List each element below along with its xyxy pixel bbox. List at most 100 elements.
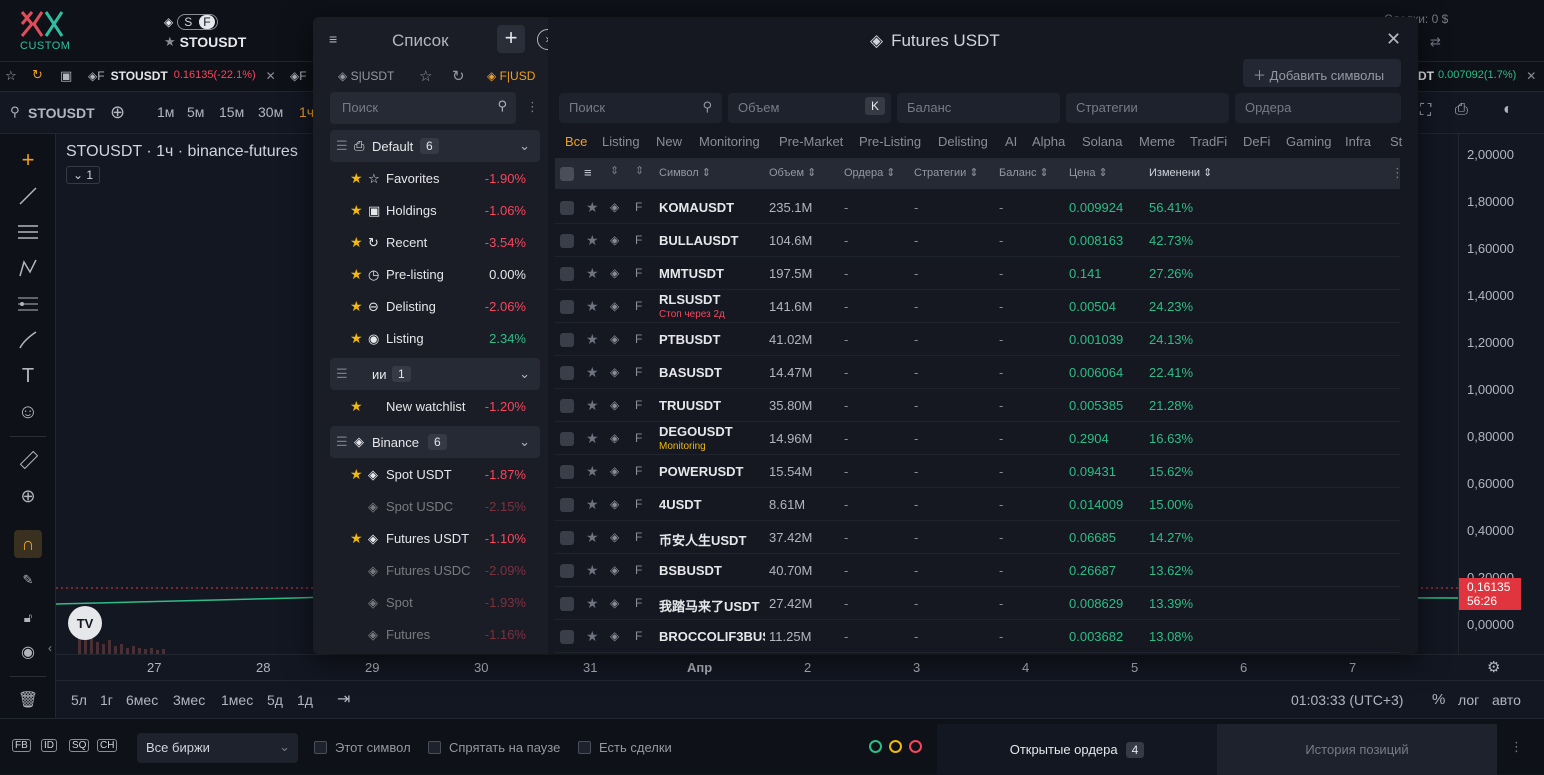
tab-open-orders[interactable]: Открытые ордера 4 — [937, 724, 1217, 775]
row-checkbox[interactable] — [560, 399, 574, 413]
filter-icon[interactable]: ≡ — [584, 165, 592, 180]
watchlist-item-futures[interactable]: ◈ Futures -1.16% — [313, 618, 548, 650]
symbol-search[interactable]: STOUSDT — [28, 105, 95, 121]
row-symbol[interactable]: PTBUSDT — [659, 332, 765, 347]
chevron-down-icon[interactable]: ⌄ — [519, 366, 530, 382]
watchlist-item-listing[interactable]: ★ ◉ Listing 2.34% — [313, 322, 548, 354]
symbol-block[interactable]: ◈ S F ★ STOUSDT — [164, 14, 246, 50]
watchlist-group-default[interactable]: ☰ ⎙ Default 6 ⌄ — [330, 130, 540, 162]
table-row[interactable]: ★ ◈ F 4USDT 8.61M - - - 0.014009 15.00% — [555, 488, 1400, 521]
table-row[interactable]: ★ ◈ F 我踏马来了USDT 27.42M - - - 0.008629 13.39% — [555, 587, 1400, 620]
star-icon[interactable]: ★ — [586, 496, 599, 513]
table-row[interactable]: ★ ◈ F KOMAUSDT 235.1M - - - 0.009924 56.41% — [555, 191, 1400, 224]
table-row[interactable]: ★ ◈ F TRUUSDT 35.80M - - - 0.005385 21.28% — [555, 389, 1400, 422]
star-icon[interactable]: ★ — [350, 530, 363, 547]
watchlist-item-favorites[interactable]: ★ ☆ Favorites -1.90% — [313, 162, 548, 194]
star-icon[interactable]: ★ — [586, 397, 599, 414]
col-balance[interactable]: Баланс ⇕ — [999, 166, 1049, 179]
star-icon[interactable]: ★ — [586, 331, 599, 348]
category-monitoring[interactable]: Monitoring — [699, 134, 760, 149]
status-green-icon[interactable] — [869, 740, 882, 753]
watchlist-item-spot-usdc[interactable]: ◈ Spot USDC -2.15% — [313, 490, 548, 522]
watchlist-group-binance[interactable]: ☰ ◈ Binance 6 ⌄ — [330, 426, 540, 458]
star-outline-icon[interactable]: ☆ — [419, 67, 432, 85]
star-icon[interactable]: ★ — [586, 364, 599, 381]
star-icon[interactable]: ★ — [586, 199, 599, 216]
watchlist-group-ii[interactable]: ☰ ии 1 ⌄ — [330, 358, 540, 390]
log-toggle[interactable]: лог — [1458, 692, 1479, 708]
row-symbol[interactable]: 我踏马来了USDT — [659, 596, 765, 615]
star-icon[interactable]: ★ — [586, 562, 599, 579]
category-meme[interactable]: Meme — [1139, 134, 1175, 149]
range-6m[interactable]: 6мес — [126, 692, 158, 708]
trash-icon[interactable]: 🗑︎ — [14, 686, 42, 714]
history-icon[interactable]: ↻ — [452, 67, 465, 85]
balance-filter[interactable]: Баланс — [897, 93, 1060, 123]
exchange-select[interactable]: Все биржи ⌄ — [137, 733, 298, 763]
eye-icon[interactable]: ◉ — [14, 638, 42, 666]
row-checkbox[interactable] — [560, 201, 574, 215]
has-trades-checkbox[interactable] — [578, 741, 591, 754]
table-row[interactable]: ★ ◈ F BROCCOLIF3BUSDT 11.25M - - - 0.003682 13.08… — [555, 620, 1400, 653]
category-gaming[interactable]: Gaming — [1286, 134, 1332, 149]
spot-badge[interactable]: S — [180, 15, 196, 29]
star-icon[interactable]: ★ — [586, 265, 599, 282]
magnet-icon[interactable]: ∩ — [14, 530, 42, 558]
sort-icon[interactable]: ⇕ — [610, 164, 619, 177]
row-symbol[interactable]: 4USDT — [659, 497, 765, 512]
row-checkbox[interactable] — [560, 267, 574, 281]
close-icon[interactable]: ✕ — [266, 69, 276, 83]
col-volume[interactable]: Объем ⇕ — [769, 166, 816, 179]
select-all-checkbox[interactable] — [560, 167, 574, 181]
category-infra[interactable]: Infra — [1345, 134, 1371, 149]
table-row[interactable]: ★ ◈ F BSBUSDT 40.70M - - - 0.26687 13.62% — [555, 554, 1400, 587]
add-compare-icon[interactable]: ⊕ — [110, 102, 125, 123]
drag-handle-icon[interactable]: ☰ — [336, 138, 348, 154]
status-red-icon[interactable] — [909, 740, 922, 753]
watchlist-item-futures-usdt[interactable]: ★ ◈ Futures USDT -1.10% — [313, 522, 548, 554]
watchlist-item-recent[interactable]: ★ ↻ Recent -3.54% — [313, 226, 548, 258]
star-icon[interactable]: ★ — [586, 529, 599, 546]
lock-drawing-icon[interactable]: ✎ — [14, 566, 42, 594]
price-axis[interactable]: 2,00000 1,80000 1,60000 1,40000 1,20000 … — [1458, 134, 1544, 654]
fib-icon[interactable] — [14, 290, 42, 318]
camera-icon[interactable]: ⎙ — [1455, 101, 1468, 119]
category-delisting[interactable]: Delisting — [938, 134, 988, 149]
more-icon[interactable]: ⋮ — [526, 99, 539, 115]
chevron-down-icon[interactable]: ⌄ — [519, 138, 530, 154]
watchlist-search-input[interactable]: Поиск ⚲ — [330, 92, 516, 124]
table-row[interactable]: ★ ◈ F PTBUSDT 41.02M - - - 0.001039 24.13% — [555, 323, 1400, 356]
col-symbol[interactable]: Символ ⇕ — [659, 166, 711, 179]
chevron-down-icon[interactable]: ⌄ — [519, 434, 530, 450]
brush-icon[interactable] — [14, 326, 42, 354]
col-change[interactable]: Изменени ⇕ — [1149, 166, 1212, 179]
emoji-icon[interactable]: ☺ — [14, 398, 42, 426]
watchlist-item-new-watchlist[interactable]: ★ New watchlist -1.20% — [313, 390, 548, 422]
close-icon[interactable]: ✕ — [1386, 29, 1401, 50]
range-1y[interactable]: 1г — [100, 692, 113, 708]
percent-toggle[interactable]: % — [1432, 691, 1445, 708]
row-symbol[interactable]: RLSUSDT — [659, 292, 765, 307]
row-symbol[interactable]: BROCCOLIF3BUSDT — [659, 629, 765, 644]
drag-handle-icon[interactable]: ☰ — [336, 434, 348, 450]
table-row[interactable]: ★ ◈ F POWERUSDT 15.54M - - - 0.09431 15.62% — [555, 455, 1400, 488]
range-5d[interactable]: 5д — [267, 692, 283, 708]
category-ai[interactable]: AI — [1005, 134, 1017, 149]
row-symbol[interactable]: POWERUSDT — [659, 464, 765, 479]
table-row[interactable]: ★ ◈ F 币安人生USDT 37.42M - - - 0.06685 14.27% — [555, 521, 1400, 554]
horizontal-lines-icon[interactable] — [14, 218, 42, 246]
category-alpha[interactable]: Alpha — [1032, 134, 1065, 149]
category-tradfi[interactable]: TradFi — [1190, 134, 1227, 149]
col-orders[interactable]: Ордера ⇕ — [844, 166, 904, 179]
row-symbol[interactable]: BASUSDT — [659, 365, 765, 380]
settings-icon[interactable]: ⚙ — [1487, 658, 1500, 676]
table-row[interactable]: ★ ◈ F DEGOUSDT Monitoring 14.96M - - - 0.2904 16.6… — [555, 422, 1400, 455]
star-icon[interactable]: ★ — [350, 234, 363, 251]
swap-icon[interactable]: ⇄ — [1430, 34, 1441, 50]
add-symbols-button[interactable]: ＋ Добавить символы — [1243, 59, 1401, 87]
pattern-icon[interactable] — [14, 254, 42, 282]
collapse-indicators-button[interactable]: ⌄ 1 — [66, 166, 101, 184]
category-defi[interactable]: DeFi — [1243, 134, 1270, 149]
category-solana[interactable]: Solana — [1082, 134, 1122, 149]
tab-spot-usdt[interactable]: ◈ S|USDT — [338, 69, 394, 83]
